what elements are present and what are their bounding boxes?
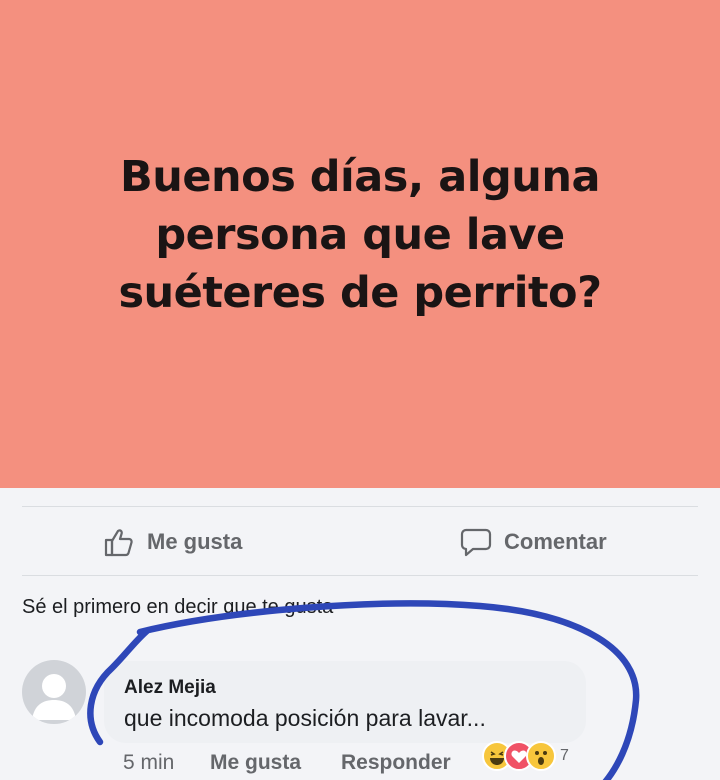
comment-bubble: Alez Mejia que incomoda posición para la… xyxy=(104,661,586,743)
post-background: Buenos días, alguna persona que lave sué… xyxy=(0,0,720,488)
post-text: Buenos días, alguna persona que lave sué… xyxy=(0,148,720,322)
comment-label: Comentar xyxy=(504,529,607,554)
comment-like-button[interactable]: Me gusta xyxy=(210,751,301,775)
post-text-line: Buenos días, alguna xyxy=(120,152,600,202)
comment-text: que incomoda posición para lavar... xyxy=(124,705,486,731)
divider xyxy=(22,575,698,576)
comment-author[interactable]: Alez Mejia xyxy=(124,677,216,699)
reaction-count: 7 xyxy=(560,747,569,764)
comment-reply-button[interactable]: Responder xyxy=(341,751,451,775)
likes-prompt: Sé el primero en decir que te gusta xyxy=(22,596,334,618)
thumbs-up-icon xyxy=(104,529,133,557)
avatar[interactable] xyxy=(22,660,86,724)
reaction-summary[interactable]: 7 xyxy=(482,738,569,774)
post-text-line: persona que lave xyxy=(155,210,565,260)
divider xyxy=(22,506,698,507)
post-text-line: suéteres de perrito? xyxy=(118,268,602,318)
wow-reaction-icon xyxy=(526,741,556,771)
comment-button[interactable]: Comentar xyxy=(460,524,607,560)
like-label: Me gusta xyxy=(147,529,243,554)
comment-time[interactable]: 5 min xyxy=(123,751,174,775)
default-avatar-icon xyxy=(32,674,76,720)
like-button[interactable]: Me gusta xyxy=(103,524,242,560)
comment-icon xyxy=(460,528,492,557)
